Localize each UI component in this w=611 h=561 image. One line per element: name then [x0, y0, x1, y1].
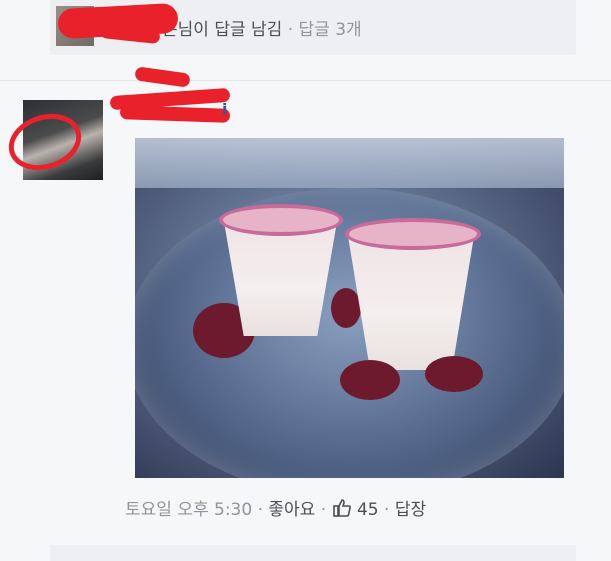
like-count[interactable]: 45	[357, 500, 379, 520]
comment-photo[interactable]	[135, 138, 564, 478]
thumbs-up-icon[interactable]	[332, 498, 352, 518]
reply-count-link[interactable]: 답글 3개	[299, 20, 362, 40]
separator: ·	[287, 20, 294, 40]
container-lid	[135, 138, 564, 188]
timestamp[interactable]: 토요일 오후 5:30	[125, 500, 252, 520]
separator: ·	[384, 500, 390, 520]
stain	[340, 360, 400, 400]
reply-button[interactable]: 답장	[395, 500, 426, 520]
like-button[interactable]: 좋아요	[268, 500, 315, 520]
reply-action: 답글 남김	[214, 20, 283, 40]
separator: ·	[320, 500, 327, 520]
divider	[0, 80, 611, 81]
stain	[331, 288, 361, 328]
cup-rim	[345, 218, 481, 250]
redaction-scribble	[119, 105, 231, 123]
next-reply-preview	[50, 545, 576, 561]
stain	[425, 356, 483, 392]
separator: ·	[257, 500, 263, 520]
redaction-scribble	[134, 66, 191, 88]
cup-rim	[219, 204, 343, 236]
commenter-name[interactable]: i	[222, 100, 227, 119]
comment-meta: 토요일 오후 5:30 · 좋아요 · 45 · 답장	[125, 495, 426, 520]
reply-summary-text: 은님이 답글 남김 · 답글 3개	[162, 15, 362, 40]
